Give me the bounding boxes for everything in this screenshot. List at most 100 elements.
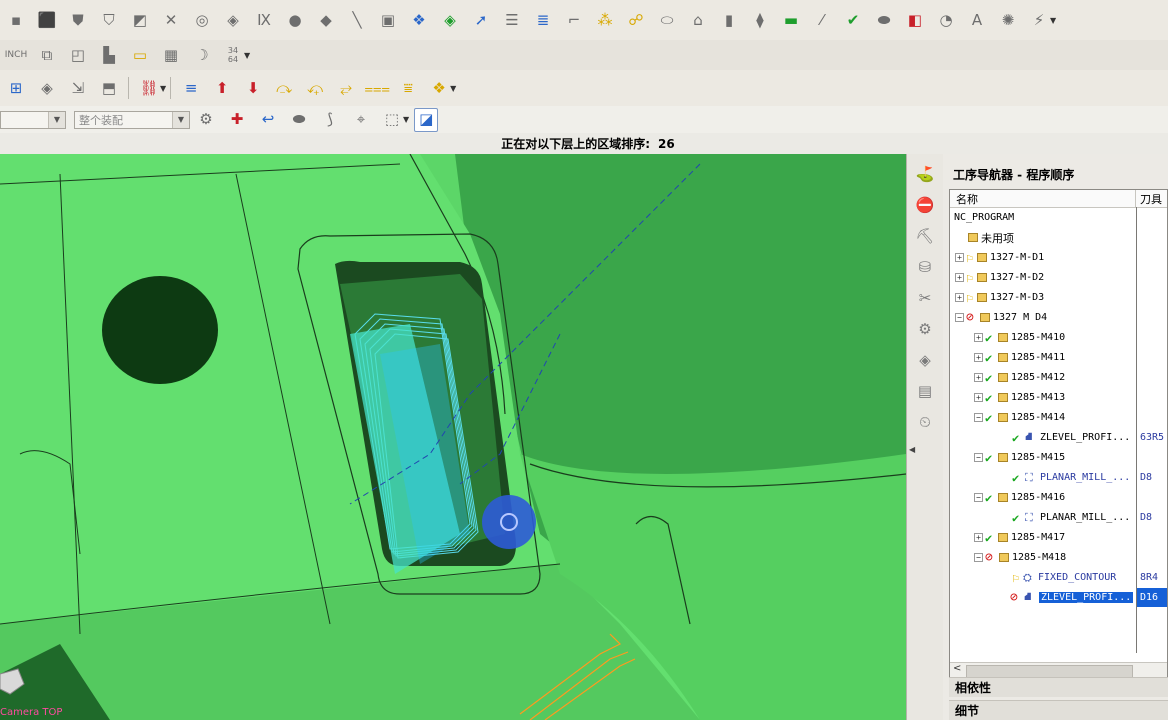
up-arrow-icon[interactable]: ⬆ <box>211 77 233 99</box>
tree-row[interactable]: NC_PROGRAM <box>954 208 1167 227</box>
expand-icon[interactable]: + <box>955 273 964 282</box>
save-icon[interactable]: ▭ <box>129 44 151 66</box>
tree-icon[interactable]: ⁂ <box>594 9 616 31</box>
chevron-down-icon[interactable]: ▼ <box>160 84 166 93</box>
rectangle-icon[interactable]: ⧫ <box>749 9 771 31</box>
hole-icon[interactable]: ◎ <box>191 9 213 31</box>
expand-icon[interactable]: + <box>955 253 964 262</box>
layer-icon[interactable]: ◰ <box>67 44 89 66</box>
cone-icon[interactable]: ⛊ <box>67 9 89 31</box>
collapse-icon[interactable]: − <box>974 413 983 422</box>
pocket-icon[interactable]: Ⅸ <box>253 9 275 31</box>
part-icon[interactable]: ⛁ <box>914 256 936 278</box>
expand-icon[interactable]: + <box>974 353 983 362</box>
chevron-down-icon[interactable]: ▼ <box>244 51 250 60</box>
down-arrow-icon[interactable]: ≡ <box>180 77 202 99</box>
tree-row[interactable]: + ⚐ 1327-M-D3 <box>955 288 1167 307</box>
tree-row[interactable]: ✔ ⛘ ZLEVEL_PROFI... 63R5 <box>950 428 1167 447</box>
tree-row[interactable]: + ✔ 1285-M410 <box>974 328 1167 347</box>
window-icon[interactable]: ▙ <box>98 44 120 66</box>
gear-icon[interactable]: ✺ <box>997 9 1019 31</box>
sphere-icon[interactable]: ⛉ <box>98 9 120 31</box>
collapse-icon[interactable]: − <box>974 453 983 462</box>
expand-icon[interactable]: + <box>974 533 983 542</box>
ellipse-icon[interactable]: ⬬ <box>288 109 310 131</box>
filter-icon[interactable]: ⟆ <box>319 109 341 131</box>
point-icon[interactable]: ◧ <box>904 9 926 31</box>
text-icon[interactable]: ◔ <box>935 9 957 31</box>
arrows-icon[interactable]: ⇲ <box>67 77 89 99</box>
star-icon[interactable]: ✚ <box>226 109 248 131</box>
down-red-icon[interactable]: ⬇ <box>242 77 264 99</box>
chevron-down-icon[interactable]: ▼ <box>403 115 409 124</box>
chevron-left-icon[interactable]: < <box>953 663 961 674</box>
expand-icon[interactable]: + <box>974 333 983 342</box>
layers-icon[interactable]: ◈ <box>36 77 58 99</box>
tree-row[interactable]: + ✔ 1285-M411 <box>974 348 1167 367</box>
cube-icon[interactable]: ⬒ <box>98 77 120 99</box>
arrow-icon[interactable]: ☰ <box>501 9 523 31</box>
dependencies-panel[interactable]: 相依性 <box>949 677 1168 697</box>
program-icon[interactable]: ➚ <box>470 9 492 31</box>
expand-icon[interactable]: + <box>974 393 983 402</box>
tree-row[interactable]: + ✔ 1285-M417 <box>974 528 1167 547</box>
tree-row-selected[interactable]: ⊘ ⛘ ZLEVEL_PROFI... D16 <box>950 588 1167 607</box>
shading-icon[interactable]: ✔ <box>842 9 864 31</box>
stack-icon[interactable]: ⧉ <box>36 44 58 66</box>
tree-row[interactable]: 未用项 <box>968 228 1167 247</box>
machine-icon[interactable]: ⛏ <box>914 225 936 247</box>
pad-icon[interactable]: ● <box>284 9 306 31</box>
curve-icon[interactable]: ▬ <box>780 9 802 31</box>
extrude-icon[interactable]: ◩ <box>129 9 151 31</box>
chevron-down-icon[interactable]: ▼ <box>1050 16 1056 25</box>
link-icon[interactable]: ☍ <box>625 9 647 31</box>
navigator-icon[interactable]: ⛳ <box>914 163 936 185</box>
tree-row[interactable]: + ✔ 1285-M413 <box>974 388 1167 407</box>
collapse-icon[interactable]: − <box>974 493 983 502</box>
undo-icon[interactable]: ↩ <box>257 109 279 131</box>
tree-row[interactable]: − ✔ 1285-M416 <box>974 488 1167 507</box>
fraction-label[interactable]: 34 64 <box>222 44 244 66</box>
tool-icon[interactable]: ✂ <box>914 287 936 309</box>
column-tool[interactable]: 刀具 <box>1136 191 1162 207</box>
inch-icon[interactable]: INCH <box>5 44 27 66</box>
expand-icon[interactable]: + <box>955 293 964 302</box>
level4-icon[interactable]: ⩶ <box>364 77 390 99</box>
collapse-icon[interactable]: − <box>974 553 983 562</box>
tree-row[interactable]: + ⚐ 1327-M-D2 <box>955 268 1167 287</box>
select-box-icon[interactable]: ⬚ <box>381 109 403 131</box>
tree-icon[interactable]: ⊞ <box>5 77 27 99</box>
boss-icon[interactable]: ◈ <box>222 9 244 31</box>
graphics-viewport[interactable]: Camera TOP <box>0 154 906 720</box>
slot-icon[interactable]: ◆ <box>315 9 337 31</box>
tree-row[interactable]: + ⚐ 1327-M-D1 <box>955 248 1167 267</box>
sketch-icon[interactable]: ▣ <box>377 9 399 31</box>
tree-row[interactable]: − ⊘ 1327 M D4 <box>955 308 1167 327</box>
tree-row[interactable]: ⚐ ⛭ FIXED_CONTOUR 8R4 <box>950 568 1167 587</box>
cube-view-icon[interactable]: ◪ <box>414 107 439 132</box>
level5-icon[interactable]: ⩸ <box>397 77 419 99</box>
level6-icon[interactable]: ❖ <box>428 77 450 99</box>
part-icon[interactable]: ⬭ <box>656 9 678 31</box>
page-icon[interactable]: ▦ <box>160 44 182 66</box>
trim-icon[interactable]: ◈ <box>439 9 461 31</box>
tree-row[interactable]: − ✔ 1285-M414 <box>974 408 1167 427</box>
cylinder-icon[interactable]: ⬛ <box>36 9 58 31</box>
list-icon[interactable]: ≣ <box>532 9 554 31</box>
details-panel[interactable]: 细节 <box>949 700 1168 720</box>
column-name[interactable]: 名称 <box>950 190 1136 207</box>
gears-icon[interactable]: ⚙ <box>195 109 217 131</box>
navigator-tree[interactable]: 名称 刀具 NC_PROGRAM 未用项 + ⚐ 1327-M-D1 + ⚐ 1… <box>949 189 1168 680</box>
pin-icon[interactable]: ⌖ <box>350 109 372 131</box>
assembly-scope-combo[interactable]: 整个装配 ▼ <box>74 110 190 129</box>
measure-icon[interactable]: ▮ <box>718 9 740 31</box>
level-icon[interactable]: ⤼ <box>273 77 295 99</box>
tree-row[interactable]: − ✔ 1285-M415 <box>974 448 1167 467</box>
tree-row[interactable]: + ✔ 1285-M412 <box>974 368 1167 387</box>
clock-icon[interactable]: ⏲ <box>914 411 936 433</box>
box-icon[interactable]: ⬬ <box>873 9 895 31</box>
tree-row[interactable]: ✔ ⛶ PLANAR_MILL_... D8 <box>950 468 1167 487</box>
level3-icon[interactable]: ⥂ <box>335 77 357 99</box>
tree-row[interactable]: − ⊘ 1285-M418 <box>974 548 1167 567</box>
chevron-down-icon[interactable]: ▼ <box>450 84 456 93</box>
